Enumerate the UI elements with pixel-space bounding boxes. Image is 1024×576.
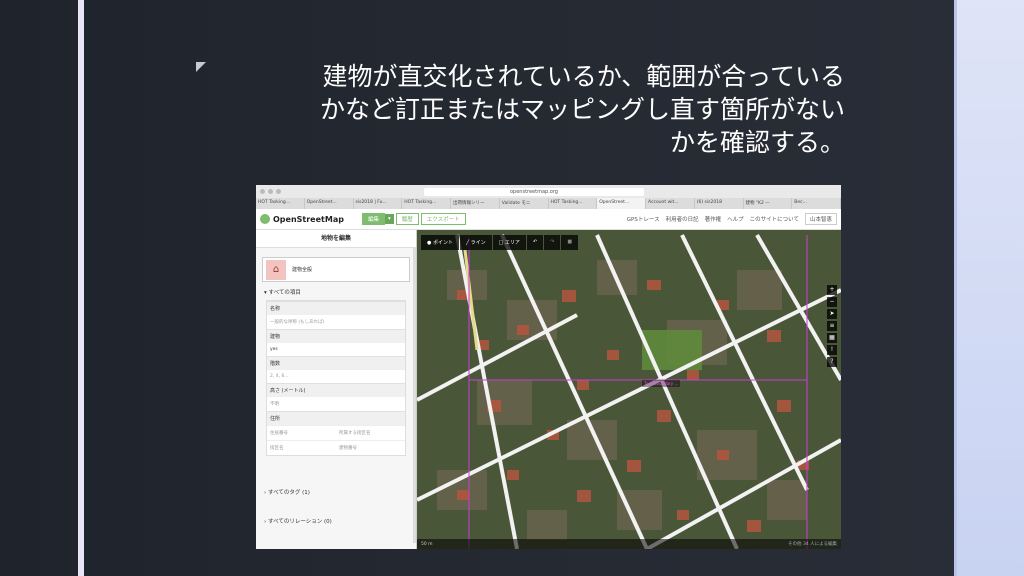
title-line-1: 建物が直交化されているか、範囲が合っている [322,62,845,91]
scale-bar: 50 m [421,541,433,547]
save-button[interactable]: ■ [561,235,579,250]
edit-button[interactable]: 編集 [361,213,385,225]
osm-header: OpenStreetMap 編集 ▾ 履歴 エクスポート GPSトレース 利用者… [256,209,841,230]
preset-selector[interactable]: ⌂ 建物全般 [262,257,410,282]
add-point-label: ポイント [432,240,453,246]
levels-input[interactable]: 2, 4, 6... [267,370,405,383]
browser-tab[interactable]: 出荷情報シリー [451,198,500,209]
layers-icon[interactable]: ≡ [827,321,837,331]
feature-editor-sidebar: 地物を編集 ⌂ 建物全般 ▾ すべての項目 名称 一般的な呼称 (もしあれば) … [256,230,417,549]
editor-content: 地物を編集 ⌂ 建物全般 ▾ すべての項目 名称 一般的な呼称 (もしあれば) … [256,230,841,549]
add-line-button[interactable]: ╱ ライン [459,235,492,250]
title-line-3: かを確認する。 [669,128,845,157]
nav-link-copyright[interactable]: 著作権 [705,215,722,223]
address-building-input[interactable]: 建物番号 [336,440,405,455]
browser-tab[interactable]: (6) sis2018 [695,198,744,209]
map-footer: 50 m その他 34 人による編集 [417,539,841,549]
sidebar-header: 地物を編集 [256,230,416,248]
height-input[interactable]: 不明 [267,397,405,411]
osm-logo-icon[interactable] [260,214,270,224]
browser-screenshot: openstreetmap.org HOT Tasking... OpenStr… [256,185,841,549]
name-input[interactable]: 一般的な呼称 (もしあれば) [267,315,405,329]
right-decorative-panel [954,0,1024,576]
map-controls: + − ➤ ≡ ▦ ! ? [827,285,837,367]
all-relations-toggle[interactable]: › すべてのリレーション (0) [264,517,332,525]
nav-link-gps[interactable]: GPSトレース [627,215,660,223]
address-housenumber-input[interactable]: 住居番号 [267,425,336,440]
address-bar[interactable]: openstreetmap.org [424,187,644,196]
browser-tab[interactable]: 建物 "K2 — [744,198,793,209]
add-area-label: エリア [504,240,520,246]
browser-tab-active[interactable]: OpenStreet... [597,198,646,209]
browser-tab[interactable]: HOT Tasking... [256,198,305,209]
all-tags-label: すべてのタグ (1) [267,490,310,496]
field-label-address: 住所 [267,411,405,425]
address-street-input[interactable]: 街区名 [267,440,336,455]
nav-link-diary[interactable]: 利用者の日記 [666,215,699,223]
issues-icon[interactable]: ! [827,345,837,355]
nav-link-help[interactable]: ヘルプ [727,215,744,223]
redo-button[interactable]: ↷ [544,235,561,250]
history-button[interactable]: 履歴 [395,213,419,225]
locate-icon[interactable]: ➤ [827,309,837,319]
building-icon: ⌂ [266,259,286,280]
browser-toolbar: openstreetmap.org [256,185,841,198]
window-close-icon[interactable] [260,189,265,194]
field-label-height: 高さ (メートル) [267,383,405,397]
all-relations-label: すべてのリレーション (0) [267,519,332,525]
nav-link-about[interactable]: このサイトについて [750,215,799,223]
export-button[interactable]: エクスポート [420,213,466,225]
osm-nav-links: GPSトレース 利用者の日記 著作権 ヘルプ このサイトについて 山本智恵 [627,213,841,225]
browser-tab[interactable]: Bec... [792,198,841,209]
aerial-imagery [417,230,841,549]
edit-dropdown-chevron-icon[interactable]: ▾ [384,214,394,224]
add-line-label: ライン [470,240,486,246]
add-point-button[interactable]: ● ポイント [421,235,459,250]
browser-tab[interactable]: HOT Tasking... [549,198,598,209]
map-canvas[interactable]: ● ポイント ╱ ライン □ エリア ↶ ↷ ■ Task Boundary .… [417,230,841,549]
field-label-building: 建物 [267,329,405,343]
sidebar-scrollbar[interactable] [413,248,416,543]
field-list: 名称 一般的な呼称 (もしあれば) 建物 yes 階数 2, 4, 6... 高… [266,300,406,456]
address-block-input[interactable]: 所属する街区名 [336,425,405,440]
all-fields-toggle[interactable]: ▾ すべての項目 [264,288,408,296]
browser-tab[interactable]: OpenStreet... [305,198,354,209]
user-menu[interactable]: 山本智恵 [804,213,837,225]
zoom-out-icon[interactable]: − [827,297,837,307]
browser-tab[interactable]: Validate モニ [500,198,549,209]
browser-tab[interactable]: HOT Tasking... [402,198,451,209]
add-area-button[interactable]: □ エリア [492,235,526,250]
window-minimize-icon[interactable] [268,189,273,194]
address-grid: 住居番号 所属する街区名 街区名 建物番号 [267,425,405,455]
browser-tab[interactable]: Account wit... [646,198,695,209]
task-boundary-warning: Task Boundary ... [642,380,681,387]
title-line-2: かなど訂正またはマッピングし直す箇所がない [319,95,845,124]
slide-title: 建物が直交化されているか、範囲が合っている かなど訂正またはマッピングし直す箇所… [205,60,845,159]
undo-button[interactable]: ↶ [526,235,544,250]
help-icon[interactable]: ? [827,357,837,367]
all-fields-label: すべての項目 [268,290,301,296]
preset-name: 建物全般 [292,267,313,273]
map-data-icon[interactable]: ▦ [827,333,837,343]
map-draw-toolbar: ● ポイント ╱ ライン □ エリア ↶ ↷ ■ [421,235,579,250]
all-tags-toggle[interactable]: › すべてのタグ (1) [264,488,310,496]
browser-tabs: HOT Tasking... OpenStreet... sis2018 | F… [256,198,841,209]
zoom-in-icon[interactable]: + [827,285,837,295]
browser-tab[interactable]: sis2018 | Fu... [354,198,403,209]
field-label-levels: 階数 [267,356,405,370]
building-input[interactable]: yes [267,343,405,356]
field-label-name: 名称 [267,301,405,315]
window-zoom-icon[interactable] [276,189,281,194]
osm-brand[interactable]: OpenStreetMap [273,215,344,224]
map-attribution[interactable]: その他 34 人による編集 [788,541,841,547]
left-accent-bar [78,0,84,576]
